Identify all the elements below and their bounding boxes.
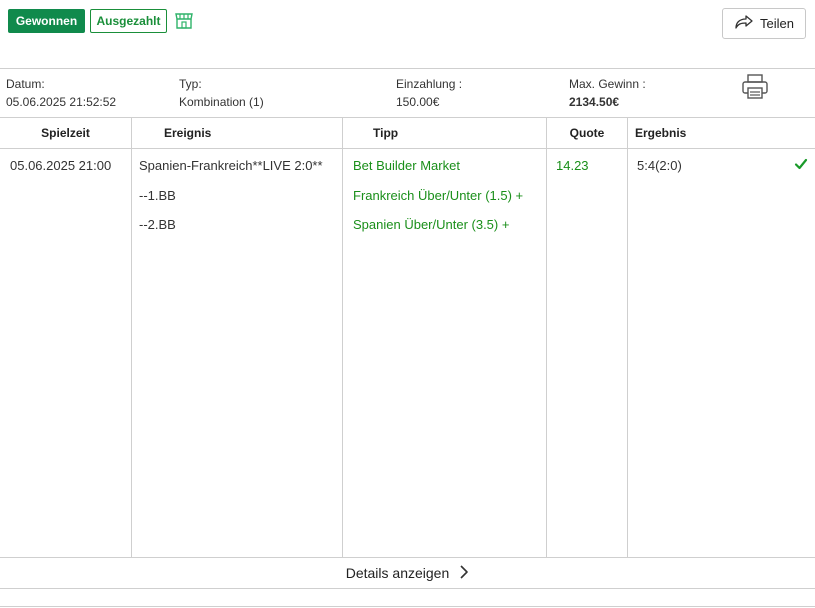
- tip-selection-1: Frankreich Über/Unter (1.5) +: [353, 188, 524, 203]
- header-tipp: Tipp: [373, 126, 399, 140]
- status-badge-paid: Ausgezahlt: [90, 9, 167, 33]
- details-label: Details anzeigen: [345, 565, 450, 581]
- status-badge-won: Gewonnen: [8, 9, 85, 33]
- divider: [0, 148, 815, 149]
- date-value: 05.06.2025 21:52:52: [6, 95, 117, 109]
- print-icon[interactable]: [741, 74, 769, 100]
- column-divider: [131, 118, 132, 557]
- event-sub-2: --2.BB: [139, 217, 176, 232]
- tip-selection-2: Spanien Über/Unter (3.5) +: [353, 217, 510, 232]
- share-button[interactable]: Teilen: [722, 8, 806, 39]
- max-win-value: 2134.50€: [569, 95, 620, 109]
- divider: [0, 68, 815, 69]
- event-name: Spanien-Frankreich**LIVE 2:0**: [139, 158, 323, 173]
- stake-value: 150.00€: [396, 95, 440, 109]
- type-value: Kombination (1): [179, 95, 264, 109]
- share-label: Teilen: [760, 16, 794, 31]
- shop-icon: [174, 11, 194, 31]
- header-spielzeit: Spielzeit: [41, 126, 90, 140]
- max-win-label: Max. Gewinn :: [569, 77, 646, 91]
- match-time: 05.06.2025 21:00: [10, 158, 112, 173]
- header-ergebnis: Ergebnis: [635, 126, 687, 140]
- odds-value: 14.23: [556, 158, 589, 173]
- column-divider: [627, 118, 628, 557]
- stake-label: Einzahlung :: [396, 77, 463, 91]
- column-divider: [342, 118, 343, 557]
- divider: [0, 588, 815, 589]
- column-divider: [546, 118, 547, 557]
- details-link[interactable]: Details anzeigen: [0, 558, 815, 588]
- date-label: Datum:: [6, 77, 45, 91]
- divider: [0, 606, 815, 607]
- result-value: 5:4(2:0): [637, 158, 682, 173]
- event-sub-1: --1.BB: [139, 188, 176, 203]
- type-label: Typ:: [179, 77, 202, 91]
- header-ereignis: Ereignis: [164, 126, 212, 140]
- header-quote: Quote: [569, 126, 605, 140]
- chevron-right-icon: [459, 564, 469, 582]
- share-icon: [734, 14, 754, 33]
- tip-market: Bet Builder Market: [353, 158, 460, 173]
- check-icon: [794, 157, 808, 171]
